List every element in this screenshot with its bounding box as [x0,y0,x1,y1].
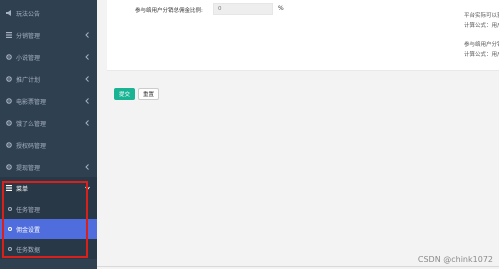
percent-unit: % [278,5,284,12]
submenu-item-label: 任务管理 [16,206,41,214]
sidebar-item-label: 分销管理 [16,32,41,40]
chevron-left-icon [85,76,89,82]
gear-icon [6,76,12,82]
announcement-icon [6,10,12,16]
commission-ratio-label: 参与络用户分销总佣金比例: [135,8,203,14]
list-icon [6,185,12,191]
watermark: CSDN @chink1072 [417,255,493,264]
sidebar-item-label: 授权码管理 [16,142,47,150]
chevron-left-icon [85,164,89,170]
chevron-left-icon [85,98,89,104]
sidebar-item-label: 玩法公告 [16,10,41,18]
sidebar-item-eleme[interactable]: 饿了么管理 [0,112,97,134]
sidebar-item-label: 菜单 [16,185,29,193]
submenu-item-label: 任务数据 [16,246,41,254]
reset-button[interactable]: 重置 [138,88,159,100]
divider [97,266,499,267]
submenu-item-commission-settings[interactable]: 佣金设置 [0,219,97,239]
sidebar-item-label: 饿了么管理 [16,120,47,128]
submenu-item-task-management[interactable]: 任务管理 [0,199,97,219]
help-text-line: 计算公式：用户充 [464,23,499,29]
sidebar: 玩法公告 分销管理 小说管理 推广计划 电影票管理 饿了么管理 授权码管理 提现… [0,0,97,269]
sidebar-item-auth-code[interactable]: 授权码管理 [0,134,97,156]
sidebar-item-novel[interactable]: 小说管理 [0,46,97,68]
submit-button[interactable]: 提交 [114,88,135,100]
gear-icon [6,142,12,148]
list-icon [6,32,12,38]
sidebar-item-menu[interactable]: 菜单 [0,177,97,199]
sidebar-item-distribution[interactable]: 分销管理 [0,24,97,46]
sidebar-item-label: 小说管理 [16,54,41,62]
chevron-left-icon [85,32,89,38]
sidebar-item-label: 电影票管理 [16,98,47,106]
help-text-line: 平台实际可以获得 [464,13,499,19]
submenu-item-label: 佣金设置 [16,226,41,234]
sidebar-item-label: 提现管理 [16,164,41,172]
chevron-left-icon [85,54,89,60]
help-text-line: 计算公式：用户充 [464,52,499,58]
sidebar-item-announcement[interactable]: 玩法公告 [0,2,97,24]
sidebar-item-withdrawal[interactable]: 提现管理 [0,156,97,178]
form-panel: 参与络用户分销总佣金比例: 0 % 平台实际可以获得 计算公式：用户充 参与络用… [107,0,499,71]
gear-icon [6,98,12,104]
sidebar-item-movie-ticket[interactable]: 电影票管理 [0,90,97,112]
help-text-line: 参与络用户分销总 [464,42,499,48]
submenu-item-task-data[interactable]: 任务数据 [0,239,97,259]
commission-ratio-input[interactable]: 0 [213,3,273,15]
gear-icon [6,164,12,170]
circle-icon [8,227,12,231]
sidebar-item-promotion[interactable]: 推广计划 [0,68,97,90]
chevron-down-icon [85,186,90,191]
gear-icon [6,54,12,60]
chevron-left-icon [85,120,89,126]
sidebar-item-label: 推广计划 [16,76,41,84]
circle-icon [8,247,12,251]
main-content: 参与络用户分销总佣金比例: 0 % 平台实际可以获得 计算公式：用户充 参与络用… [97,0,499,269]
circle-icon [8,207,12,211]
gear-icon [6,120,12,126]
